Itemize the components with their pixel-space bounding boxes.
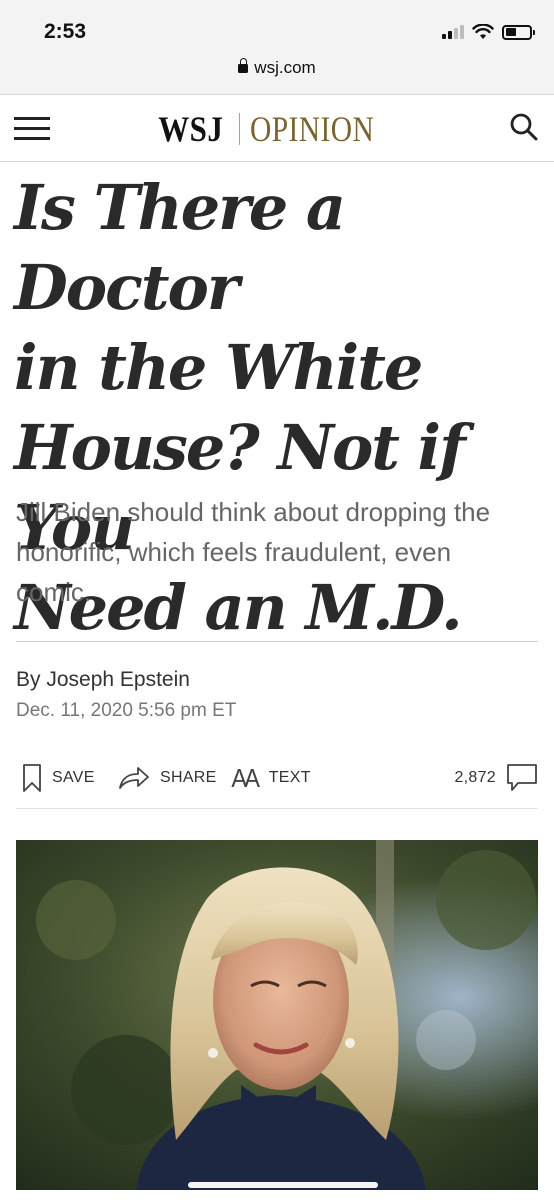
headline-line: in the White [14,331,423,404]
brand-wsj: WSJ [158,109,224,149]
divider [16,641,538,642]
comment-icon [507,764,537,791]
save-label: SAVE [52,769,95,786]
brand-divider [238,113,240,145]
search-icon[interactable] [508,111,540,143]
url-bar[interactable]: wsj.com [0,58,554,78]
cellular-signal-icon [442,25,464,39]
home-indicator[interactable] [188,1182,378,1188]
article-toolbar: SAVE SHARE AA TEXT 2,872 [16,756,538,800]
divider [16,808,538,809]
browser-chrome: 2:53 wsj.com [0,0,554,94]
dek-line: comic. [16,577,92,607]
brand-logo[interactable]: WSJ OPINION [0,109,554,149]
bookmark-icon [23,764,41,792]
url-text: wsj.com [254,58,316,77]
share-button[interactable]: SHARE [118,756,217,800]
byline[interactable]: By Joseph Epstein [16,668,190,692]
article-photo[interactable] [16,840,538,1190]
share-arrow-icon [119,767,149,789]
status-icons [442,24,535,40]
publish-date: Dec. 11, 2020 5:56 pm ET [16,700,237,721]
text-size-button[interactable]: AA TEXT [230,756,311,800]
share-label: SHARE [160,769,217,786]
article-dek: Jill Biden should think about dropping t… [16,492,538,612]
dek-line: honorific, which feels fraudulent, even [16,537,452,567]
text-label: TEXT [268,769,311,786]
portrait-image [16,840,538,1190]
lock-icon [238,58,249,73]
text-size-icon: AA [231,762,259,793]
wifi-icon [472,24,494,39]
comment-count: 2,872 [454,769,496,786]
headline-line: Is There a Doctor [14,171,346,324]
section-opinion: OPINION [249,109,374,149]
comments-button[interactable]: 2,872 [454,756,538,800]
status-time: 2:53 [44,20,87,43]
battery-icon [502,24,535,40]
dek-line: Jill Biden should think about dropping t… [16,497,491,527]
save-button[interactable]: SAVE [22,756,95,800]
site-header: WSJ OPINION [0,94,554,162]
